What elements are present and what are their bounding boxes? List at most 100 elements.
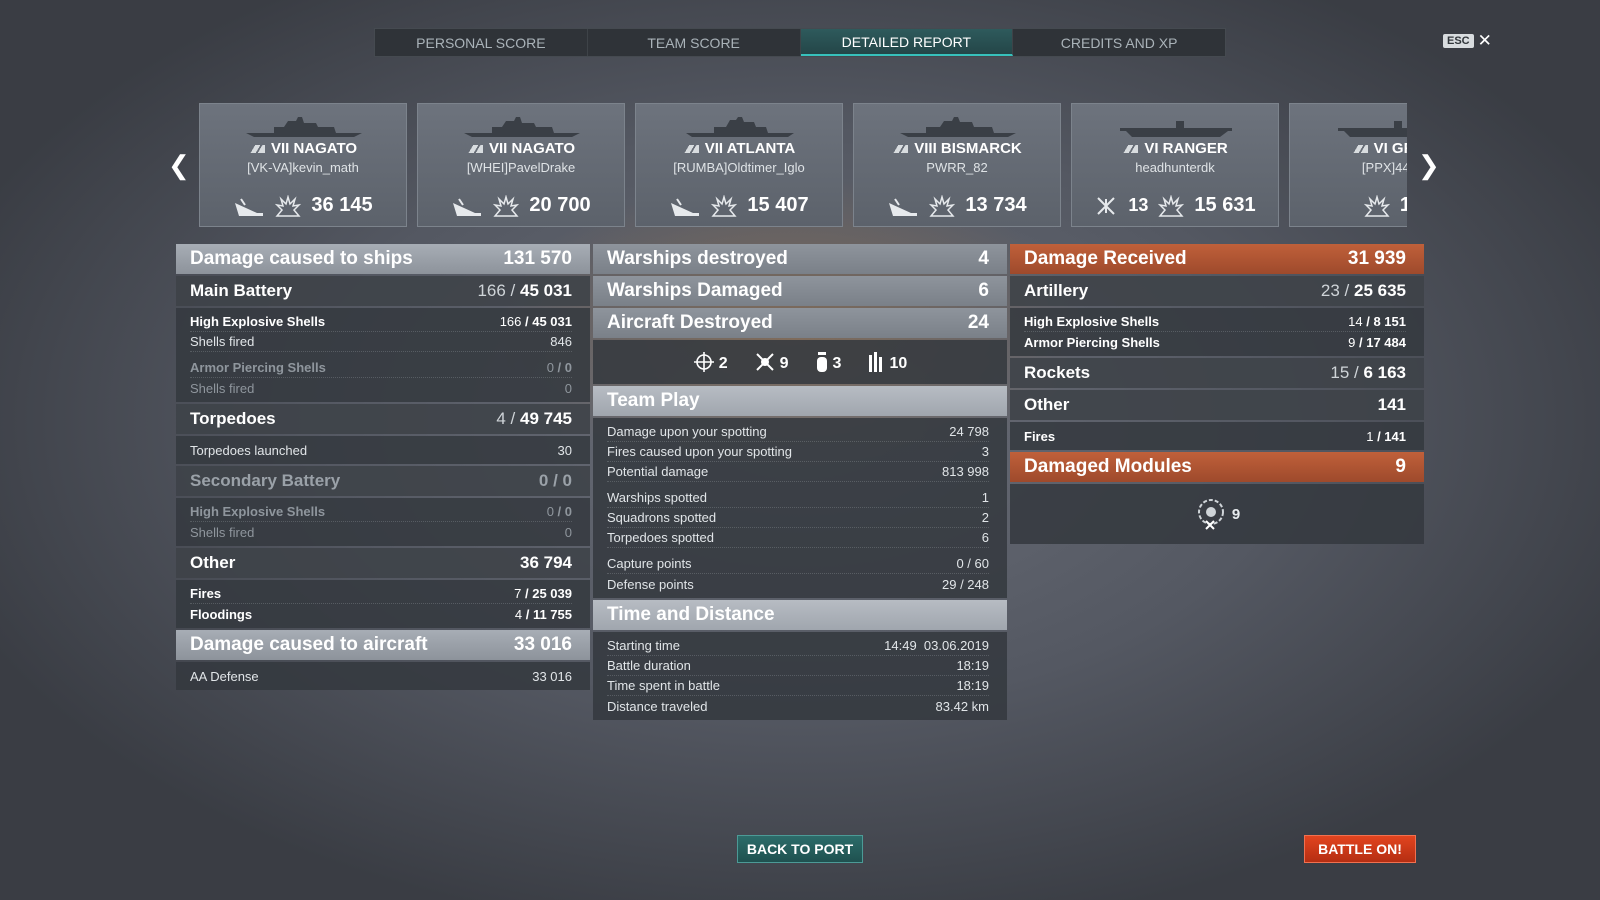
row-value: 18:19: [956, 658, 989, 673]
secondary-battery-row: Secondary Battery 0 / 0: [176, 466, 590, 496]
damage-caused-ships-header: Damage caused to ships 131 570: [176, 244, 590, 274]
warships-spotted-row: Warships spotted 1: [607, 488, 989, 508]
aircraft-type-breakdown: 2 9 3 10: [593, 340, 1007, 384]
squadrons-spotted-row: Squadrons spotted 2: [607, 508, 989, 528]
ship-class-icon: [682, 145, 699, 154]
hits-value: 4: [496, 409, 506, 428]
modules-count-value: 9: [1231, 505, 1241, 523]
time-distance-details: Starting time 14:49 03.06.2019 Battle dur…: [593, 632, 1007, 720]
player-name: [PPX]4467: [1361, 160, 1407, 175]
player-name: [RUMBA]Oldtimer_Iglo: [673, 160, 805, 175]
row-label: Torpedoes launched: [190, 442, 308, 458]
row-label: High Explosive Shells: [1024, 314, 1160, 329]
warships-damaged-header: Warships Damaged 6: [593, 276, 1007, 306]
row-label: High Explosive Shells: [190, 314, 326, 329]
damage-icon: [711, 194, 738, 217]
ship-card[interactable]: VI GRAF [PPX]4467 13: [1289, 103, 1407, 227]
section-label: Aircraft Destroyed: [607, 312, 773, 333]
hits-value: 0: [546, 360, 554, 375]
damage-icon: [929, 194, 956, 217]
close-button[interactable]: ESC ✕: [1443, 31, 1492, 51]
ship-class-icon: [466, 145, 483, 154]
hits-value: 15: [1330, 363, 1350, 382]
row-label: Fires: [190, 586, 222, 601]
hits-value: 7: [514, 586, 522, 601]
ship-name-text: VII NAGATO: [488, 140, 576, 157]
main-battery-row: Main Battery 166 / 45 031: [176, 276, 590, 306]
section-label: Damage caused to ships: [190, 248, 413, 269]
row-value: 15 / 6 163: [1330, 363, 1406, 382]
count-value: 9: [779, 355, 789, 372]
carousel-prev-arrow-icon[interactable]: ❮: [168, 150, 190, 181]
torpedoes-spotted-row: Torpedoes spotted 6: [607, 528, 989, 548]
ship-card[interactable]: VI RANGER headhunterdk 13 15 631: [1071, 103, 1279, 227]
damaged-modules-header: Damaged Modules 9: [1010, 452, 1424, 482]
hits-value: 166: [477, 281, 506, 300]
ship-name: VII NAGATO: [418, 140, 624, 157]
row-label: Floodings: [190, 606, 253, 622]
ship-damage-value: 20 700: [529, 194, 591, 216]
row-label: Artillery: [1024, 281, 1089, 300]
section-value: 24: [967, 312, 989, 333]
tab-team-score[interactable]: TEAM SCORE: [588, 29, 801, 56]
ship-name-text: VI RANGER: [1144, 140, 1228, 157]
dmg-value: 141: [1384, 428, 1406, 444]
ship-card[interactable]: VII ATLANTA [RUMBA]Oldtimer_Iglo 15 407: [635, 103, 843, 227]
tab-detailed-report[interactable]: DETAILED REPORT: [800, 29, 1014, 56]
tab-personal-score[interactable]: PERSONAL SCORE: [375, 29, 588, 56]
row-value: 141: [1377, 395, 1406, 414]
hits-value: 0: [538, 471, 549, 490]
section-label: Damage caused to aircraft: [190, 634, 428, 655]
row-value: 18:19: [956, 678, 989, 693]
battle-on-button[interactable]: BATTLE ON!: [1304, 835, 1416, 863]
ship-card[interactable]: VII NAGATO [WHEI]PavelDrake 20 700: [417, 103, 625, 227]
damage-caused-aircraft-header: Damage caused to aircraft 33 016: [176, 630, 590, 660]
row-label: Time spent in battle: [607, 678, 720, 693]
ship-damage-value: 15 407: [747, 194, 809, 216]
dmg-value: 11 755: [532, 606, 572, 622]
ship-name-text: VII NAGATO: [270, 140, 358, 157]
ship-card[interactable]: VII NAGATO [VK-VA]kevin_math 36 145: [199, 103, 407, 227]
row-label: Shells fired: [190, 380, 255, 396]
torpedoes-details: Torpedoes launched 30: [176, 436, 590, 464]
hits-value: 166: [499, 314, 522, 329]
row-label: Capture points: [607, 556, 692, 571]
tab-credits-and-xp[interactable]: CREDITS AND XP: [1013, 29, 1225, 56]
row-value: 0 / 0: [538, 471, 572, 490]
player-name: [VK-VA]kevin_math: [247, 160, 359, 175]
ship-class-icon: [248, 145, 265, 154]
received-fires-row: Fires 1 / 141: [1024, 426, 1406, 446]
damage-caused-panel: Damage caused to ships 131 570 Main Batt…: [176, 244, 590, 692]
ship-silhouette-icon: [686, 117, 794, 137]
player-name: PWRR_82: [926, 160, 988, 175]
ship-name: VI GRAF: [1290, 140, 1407, 157]
damage-icon: [1363, 194, 1390, 217]
row-label: Other: [1024, 395, 1070, 414]
row-label: Shells fired: [190, 334, 255, 349]
aa-defense-row: AA Defense 33 016: [190, 666, 572, 686]
row-value: 7 / 25 039: [514, 586, 572, 601]
carousel-next-arrow-icon[interactable]: ❯: [1418, 150, 1440, 181]
torpedoes-row: Torpedoes 4 / 49 745: [176, 404, 590, 434]
torpedoes-launched-row: Torpedoes launched 30: [190, 440, 572, 460]
player-name: headhunterdk: [1135, 160, 1215, 175]
dmg-value: 17 484: [1366, 334, 1406, 350]
damaged-modules-details: 9: [1010, 484, 1424, 544]
row-label: Secondary Battery: [190, 471, 341, 490]
he-shells-fired-row: Shells fired 846: [190, 332, 572, 352]
ship-name-text: VII ATLANTA: [704, 140, 796, 157]
fires-row: Fires 7 / 25 039: [190, 584, 572, 604]
row-label: Damage upon your spotting: [607, 424, 767, 439]
row-label: Armor Piercing Shells: [1024, 334, 1160, 350]
ship-card[interactable]: VIII BISMARCK PWRR_82 13 734: [853, 103, 1061, 227]
dmg-value: 49 745: [520, 409, 572, 428]
row-value: 0 / 60: [956, 556, 989, 571]
kills-teamplay-panel: Warships destroyed 4 Warships Damaged 6 …: [593, 244, 1007, 722]
back-to-port-button[interactable]: BACK TO PORT: [737, 835, 863, 863]
section-label: Time and Distance: [607, 604, 775, 625]
ship-carousel: VII NAGATO [VK-VA]kevin_math 36 145 VII …: [199, 103, 1407, 227]
row-value: 0: [564, 524, 572, 540]
ship-silhouette-icon: [246, 117, 362, 137]
row-label: Battle duration: [607, 658, 691, 673]
dmg-value: 45 031: [520, 281, 572, 300]
